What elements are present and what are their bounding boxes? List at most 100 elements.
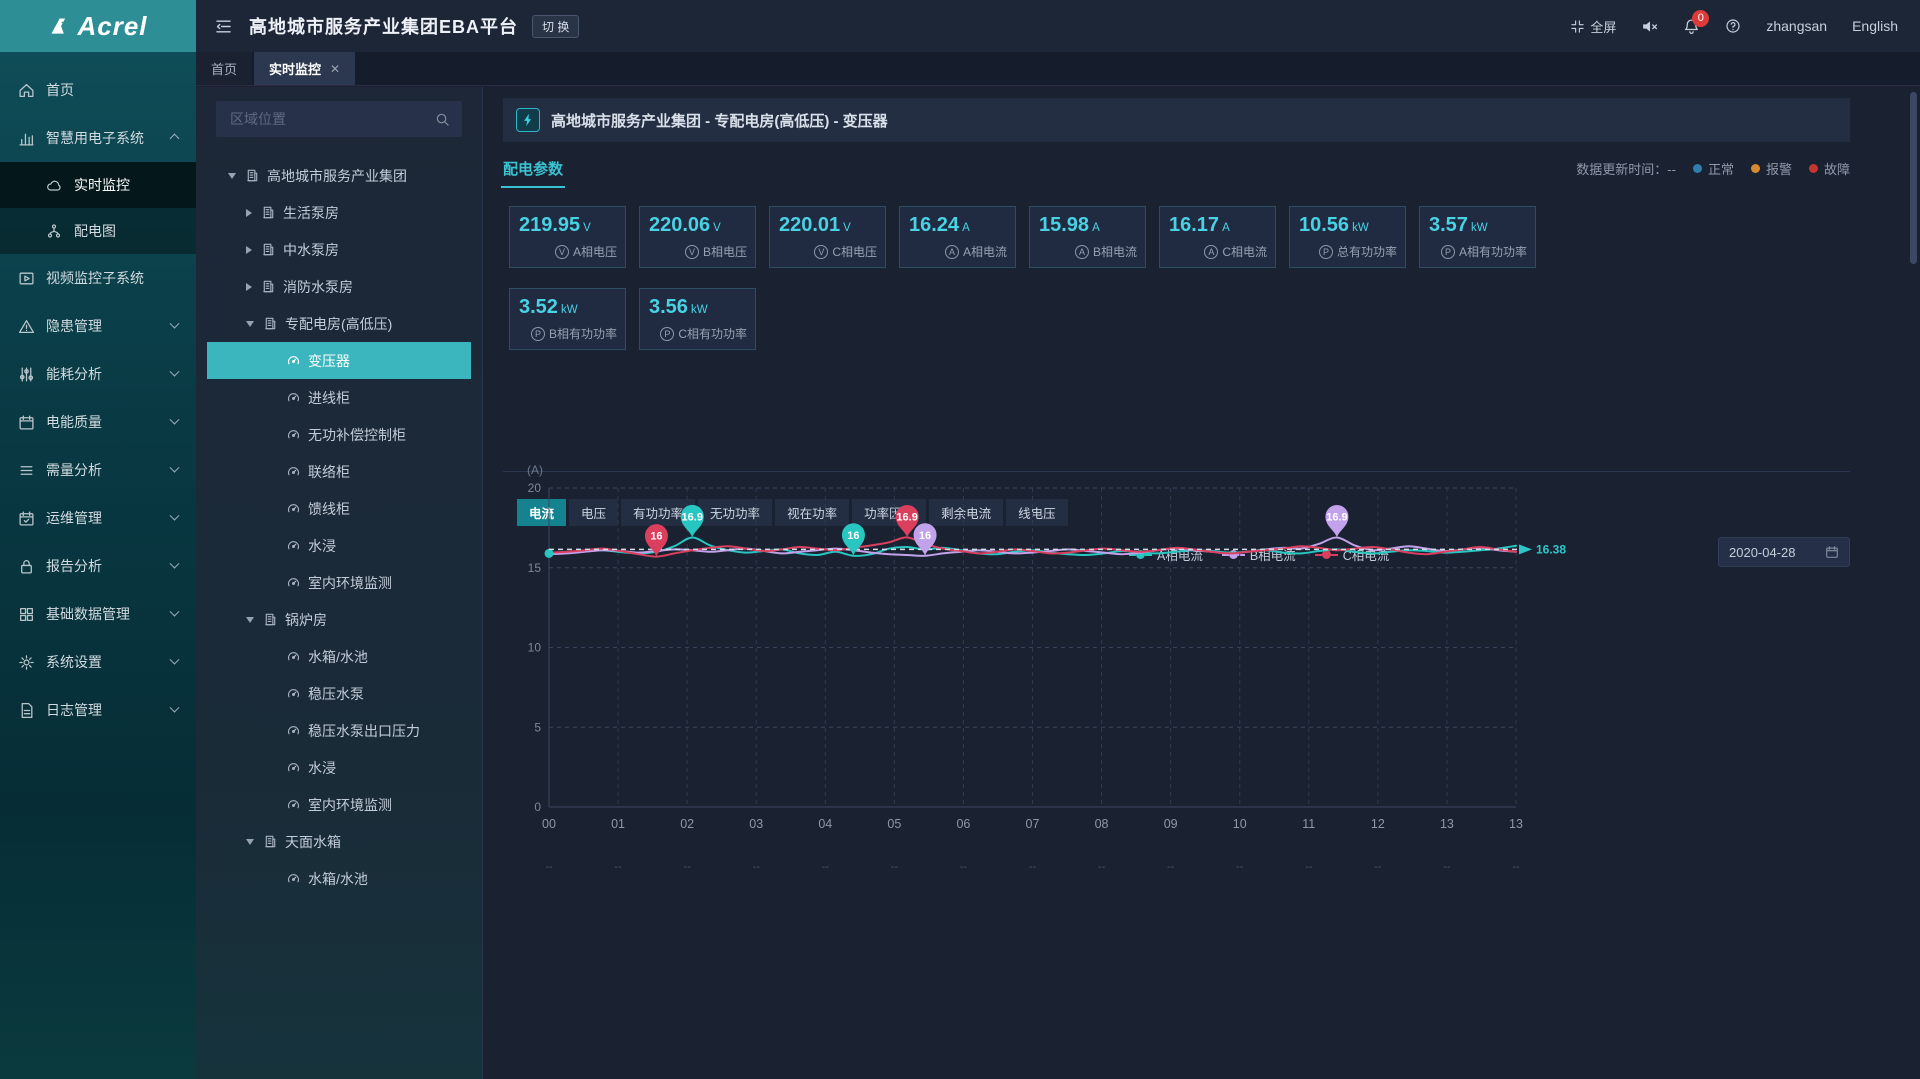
tree-node-高地城市服务产业集团[interactable]: 高地城市服务产业集团 <box>196 157 482 194</box>
tree-node-锅炉房[interactable]: 锅炉房 <box>196 601 482 638</box>
metric-badge-icon: P <box>530 326 545 341</box>
speaker-mute-icon <box>1643 20 1658 32</box>
caret-down-icon[interactable] <box>246 320 254 327</box>
sidebar-item-3[interactable]: 隐患管理 <box>0 302 196 350</box>
tree-node-生活泵房[interactable]: 生活泵房 <box>196 194 482 231</box>
metric-card-A相电压: 219.95 V V A相电压 <box>509 206 626 268</box>
gauge-icon <box>287 652 300 661</box>
acrel-logo: Acrel <box>0 0 196 52</box>
tree-node-label: 水浸 <box>308 759 336 776</box>
lock-icon <box>21 559 32 574</box>
sidebar-subitem-配电图[interactable]: 配电图 <box>0 208 196 254</box>
sidebar-item-6[interactable]: 需量分析 <box>0 446 196 494</box>
tree-node-稳压水泵[interactable]: 稳压水泵 <box>196 675 482 712</box>
fullscreen-icon <box>1571 19 1585 33</box>
fullscreen-button[interactable]: 全屏 <box>1570 17 1616 36</box>
tab-distribution-params[interactable]: 配电参数 <box>500 158 566 188</box>
tree-node-稳压水泵出口压力[interactable]: 稳压水泵出口压力 <box>196 712 482 749</box>
gauge-icon <box>287 393 300 402</box>
speaker-mute-icon[interactable] <box>1641 18 1658 35</box>
tree-node-水箱/水池[interactable]: 水箱/水池 <box>196 860 482 897</box>
chevron-down-icon <box>169 510 180 521</box>
tree-node-馈线柜[interactable]: 馈线柜 <box>196 490 482 527</box>
caret-right-icon[interactable] <box>246 245 252 254</box>
switch-button[interactable]: 切 换 <box>532 14 580 38</box>
tree-node-变压器[interactable]: 变压器 <box>207 342 471 379</box>
tree-node-label: 变压器 <box>308 352 350 369</box>
app-window: Acrel 首页 智慧用电子系统实时监控配电图 视频监控子系统隐患管理能耗分析 电能质… <box>0 0 1920 1079</box>
svg-text:05: 05 <box>887 817 901 831</box>
status-normal: 正常 <box>1692 159 1734 178</box>
tab-close-icon[interactable]: ✕ <box>330 62 340 76</box>
svg-text:16.9: 16.9 <box>1326 511 1347 523</box>
notifications-button[interactable]: 0 <box>1683 9 1710 35</box>
bar-chart-icon <box>19 133 34 146</box>
tree-node-label: 水浸 <box>308 537 336 554</box>
tree-node-水浸[interactable]: 水浸 <box>196 749 482 786</box>
app-title: 高地城市服务产业集团EBA平台 <box>249 17 519 37</box>
sidebar-item-5[interactable]: 电能质量 <box>0 398 196 446</box>
tree-node-室内环境监测[interactable]: 室内环境监测 <box>196 786 482 823</box>
tree-node-专配电房(高低压)[interactable]: 专配电房(高低压) <box>196 305 482 342</box>
svg-text:--: -- <box>822 861 830 873</box>
caret-down-icon[interactable] <box>228 172 236 179</box>
help-icon[interactable] <box>1725 18 1741 34</box>
caret-down-icon[interactable] <box>246 616 254 623</box>
sidebar-item-1[interactable]: 智慧用电子系统 <box>0 114 196 162</box>
tree-node-label: 室内环境监测 <box>308 796 392 813</box>
sidebar-item-11[interactable]: 日志管理 <box>0 686 196 734</box>
tree-node-水箱/水池[interactable]: 水箱/水池 <box>196 638 482 675</box>
caret-down-icon[interactable] <box>246 838 254 845</box>
svg-text:--: -- <box>1512 861 1520 873</box>
svg-text:--: -- <box>1167 861 1175 873</box>
metric-card-A相电流: 16.24 A A A相电流 <box>899 206 1016 268</box>
metric-label: A C相电流 <box>1204 243 1267 260</box>
sidebar-item-9[interactable]: 基础数据管理 <box>0 590 196 638</box>
region-search-box <box>216 101 462 137</box>
metric-badge-icon: V <box>814 244 829 259</box>
svg-text:11: 11 <box>1302 817 1315 831</box>
tree-node-label: 天面水箱 <box>285 833 341 850</box>
line-chart: 05101520(A)00--01--02--03--04--05--06--0… <box>527 463 1566 873</box>
sidebar-item-2[interactable]: 视频监控子系统 <box>0 254 196 302</box>
main-scrollbar-thumb[interactable] <box>1910 92 1917 264</box>
tree-node-联络柜[interactable]: 联络柜 <box>196 453 482 490</box>
building-icon <box>263 280 274 293</box>
tab-首页[interactable]: 首页 <box>196 52 253 85</box>
sidebar-subitem-label: 实时监控 <box>74 177 130 193</box>
region-search-input[interactable] <box>228 110 435 128</box>
tree-node-天面水箱[interactable]: 天面水箱 <box>196 823 482 860</box>
collapse-menu-icon[interactable] <box>214 17 233 36</box>
fullscreen-icon <box>1570 19 1585 34</box>
tab-实时监控[interactable]: 实时监控 ✕ <box>254 52 356 85</box>
chevron-down-icon <box>169 558 180 569</box>
svg-text:--: -- <box>1374 861 1382 873</box>
caret-right-icon[interactable] <box>246 208 252 217</box>
svg-text:08: 08 <box>1095 817 1109 831</box>
sidebar-item-7[interactable]: 运维管理 <box>0 494 196 542</box>
username[interactable]: zhangsan <box>1766 18 1827 34</box>
search-icon[interactable] <box>435 112 450 127</box>
caret-right-icon[interactable] <box>246 282 252 291</box>
sidebar-item-label: 隐患管理 <box>46 318 102 334</box>
update-time-label: 数据更新时间：-- <box>1576 161 1676 177</box>
sidebar-item-8[interactable]: 报告分析 <box>0 542 196 590</box>
metric-value: 16.24 A <box>909 214 970 236</box>
svg-text:04: 04 <box>818 817 832 831</box>
metric-value: 3.56 kW <box>649 296 708 318</box>
sidebar-item-4[interactable]: 能耗分析 <box>0 350 196 398</box>
tree-node-中水泵房[interactable]: 中水泵房 <box>196 231 482 268</box>
tree-node-室内环境监测[interactable]: 室内环境监测 <box>196 564 482 601</box>
metric-unit: V <box>843 222 851 234</box>
tree-node-无功补偿控制柜[interactable]: 无功补偿控制柜 <box>196 416 482 453</box>
gauge-icon <box>287 467 300 476</box>
metric-card-总有功功率: 10.56 kW P 总有功功率 <box>1289 206 1406 268</box>
tree-node-消防水泵房[interactable]: 消防水泵房 <box>196 268 482 305</box>
video-icon <box>19 272 34 284</box>
sidebar-item-0[interactable]: 首页 <box>0 66 196 114</box>
language-switch[interactable]: English <box>1852 18 1898 34</box>
tree-node-进线柜[interactable]: 进线柜 <box>196 379 482 416</box>
sidebar-subitem-实时监控[interactable]: 实时监控 <box>0 162 196 208</box>
tree-node-水浸[interactable]: 水浸 <box>196 527 482 564</box>
sidebar-item-10[interactable]: 系统设置 <box>0 638 196 686</box>
